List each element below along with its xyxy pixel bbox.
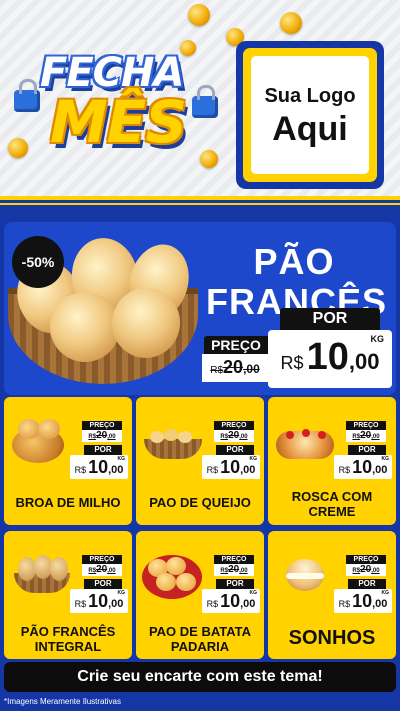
old-price: R$20,00	[346, 430, 386, 442]
old-price-label: PREÇO	[214, 555, 254, 564]
product-name: BROA DE MILHO	[15, 495, 121, 510]
offers-panel: -50% PÃO FRANCÊS PREÇO R$ 20 ,00 POR KG …	[0, 205, 400, 711]
old-price: R$20,00	[82, 430, 122, 442]
product-image	[272, 417, 336, 467]
product-name: PAO DE BATATA PADARIA	[148, 624, 252, 654]
header-banner: FECHA MÊS Sua Logo Aqui	[0, 0, 400, 205]
product-card: PREÇO R$20,00 POR KG R$ 10,00 PAO DE BATATA PA…	[136, 531, 264, 659]
new-price-label: POR	[216, 579, 254, 589]
cta-banner[interactable]: Crie seu encarte com este tema!	[4, 662, 396, 692]
old-price: R$20,00	[346, 564, 386, 576]
old-price-label: PREÇO	[82, 555, 122, 564]
product-card: PREÇO R$20,00 POR KG R$ 10,00 BROA DE MILHO	[4, 397, 132, 525]
old-price-label: PREÇO	[82, 421, 122, 430]
logo-text-line2: Aqui	[272, 109, 348, 148]
new-price: KG R$ 10,00	[202, 455, 260, 479]
old-price: R$20,00	[214, 430, 254, 442]
old-price-label: PREÇO	[214, 421, 254, 430]
product-image	[140, 551, 204, 601]
coin-icon	[200, 150, 218, 168]
coin-icon	[188, 4, 210, 26]
new-price-label: POR	[280, 308, 380, 330]
logo-placeholder: Sua Logo Aqui	[236, 41, 384, 189]
discount-badge: -50%	[12, 236, 64, 288]
new-price: KG R$ 10,00	[202, 589, 260, 613]
new-price-label: POR	[84, 579, 122, 589]
product-image	[8, 551, 72, 601]
product-name: ROSCA COM CREME	[291, 489, 373, 519]
new-price: KG R$ 10,00	[334, 589, 392, 613]
new-price-label: POR	[84, 445, 122, 455]
logo-text-line1: Sua Logo	[264, 84, 356, 107]
new-price: KG R$ 10,00	[334, 455, 392, 479]
old-price: R$20,00	[214, 564, 254, 576]
product-name: PÃO FRANCÊS INTEGRAL	[20, 624, 116, 654]
header-divider-line	[0, 200, 400, 203]
product-card: PREÇO R$20,00 POR KG R$ 10,00 PÃO FRANCÊS INTE…	[4, 531, 132, 659]
new-price-label: POR	[348, 445, 386, 455]
new-price: KG R$ 10,00	[70, 589, 128, 613]
product-card: PREÇO R$20,00 POR KG R$ 10,00 SONHOS	[268, 531, 396, 659]
new-price: KG R$ 10 ,00	[268, 330, 392, 388]
old-price-label: PREÇO	[346, 555, 386, 564]
new-price-label: POR	[348, 579, 386, 589]
new-price-label: POR	[216, 445, 254, 455]
old-price: R$20,00	[82, 564, 122, 576]
product-image	[8, 417, 72, 467]
old-price-label: PREÇO	[346, 421, 386, 430]
product-name: PAO DE QUEIJO	[149, 495, 251, 510]
product-name: SONHOS	[288, 627, 376, 649]
product-card: PREÇO R$20,00 POR KG R$ 10,00 PAO DE QUEIJO	[136, 397, 264, 525]
disclaimer-text: *Imagens Meramente Ilustrativas	[4, 697, 121, 706]
coin-icon	[8, 138, 28, 158]
padlock-icon	[192, 85, 218, 118]
product-image	[140, 417, 204, 467]
new-price: KG R$ 10,00	[70, 455, 128, 479]
product-image	[272, 551, 336, 601]
old-price: R$ 20 ,00	[202, 354, 268, 382]
campaign-title-line2: MÊS	[50, 88, 187, 156]
hero-offer: -50% PÃO FRANCÊS PREÇO R$ 20 ,00 POR KG …	[4, 222, 396, 395]
coin-icon	[280, 12, 302, 34]
old-price-label: PREÇO	[204, 336, 268, 354]
product-card: PREÇO R$20,00 POR KG R$ 10,00 ROSCA COM CREME	[268, 397, 396, 525]
padlock-icon	[14, 79, 40, 112]
